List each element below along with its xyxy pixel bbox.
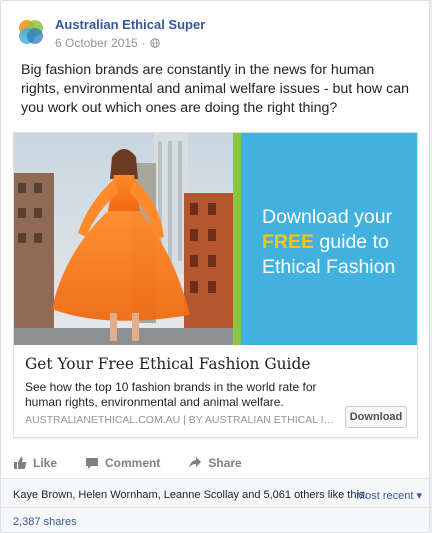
share-action[interactable]: Share [188, 456, 242, 470]
preview-title[interactable]: Get Your Free Ethical Fashion Guide [25, 355, 310, 373]
promo-free: FREE [262, 231, 315, 253]
share-arrow-icon [189, 457, 202, 468]
page-logo-icon[interactable] [13, 15, 49, 51]
comment-label: Comment [105, 456, 161, 470]
promo-accent-strip [233, 133, 241, 345]
page-name-link[interactable]: Australian Ethical Super [55, 17, 205, 32]
share-label: Share [208, 456, 242, 470]
like-label: Like [33, 456, 58, 470]
likes-summary[interactable]: Kaye Brown, Helen Wornham, Leanne Scolla… [13, 489, 367, 501]
post-meta: 6 October 2015 · [55, 36, 160, 50]
preview-description: See how the top 10 fashion brands in the… [25, 380, 317, 409]
post-actions: Like Comment Share [13, 449, 417, 477]
promo-guide-to: guide to [314, 231, 389, 253]
thumbs-up-icon [14, 457, 27, 469]
post-text: Big fashion brands are constantly in the… [21, 62, 409, 117]
like-action[interactable]: Like [13, 456, 57, 470]
promo-text: Download your FREE guide to Ethical Fash… [262, 205, 412, 280]
post-header: Australian Ethical Super 6 October 2015 … [13, 13, 417, 53]
comment-icon [86, 458, 99, 469]
promo-line-3: Ethical Fashion [262, 256, 396, 278]
globe-icon [149, 38, 160, 48]
post-card: Australian Ethical Super 6 October 2015 … [0, 0, 430, 533]
promo-line-1: Download your [262, 206, 393, 228]
social-summary: Kaye Brown, Helen Wornham, Leanne Scolla… [1, 478, 429, 532]
most-recent-dropdown[interactable]: Most recent ▾ [356, 489, 422, 502]
preview-domain: AUSTRALIANETHICAL.COM.AU | BY AUSTRALIAN… [25, 414, 337, 426]
meta-separator: · [141, 36, 146, 50]
comment-action[interactable]: Comment [85, 456, 160, 470]
promo-line-2: FREE guide to [262, 230, 412, 255]
shares-count-link[interactable]: 2,387 shares [13, 516, 77, 528]
link-preview[interactable]: Download your FREE guide to Ethical Fash… [13, 132, 418, 438]
post-date[interactable]: 6 October 2015 [55, 36, 138, 50]
download-button[interactable]: Download [345, 406, 407, 428]
social-divider [1, 507, 429, 508]
